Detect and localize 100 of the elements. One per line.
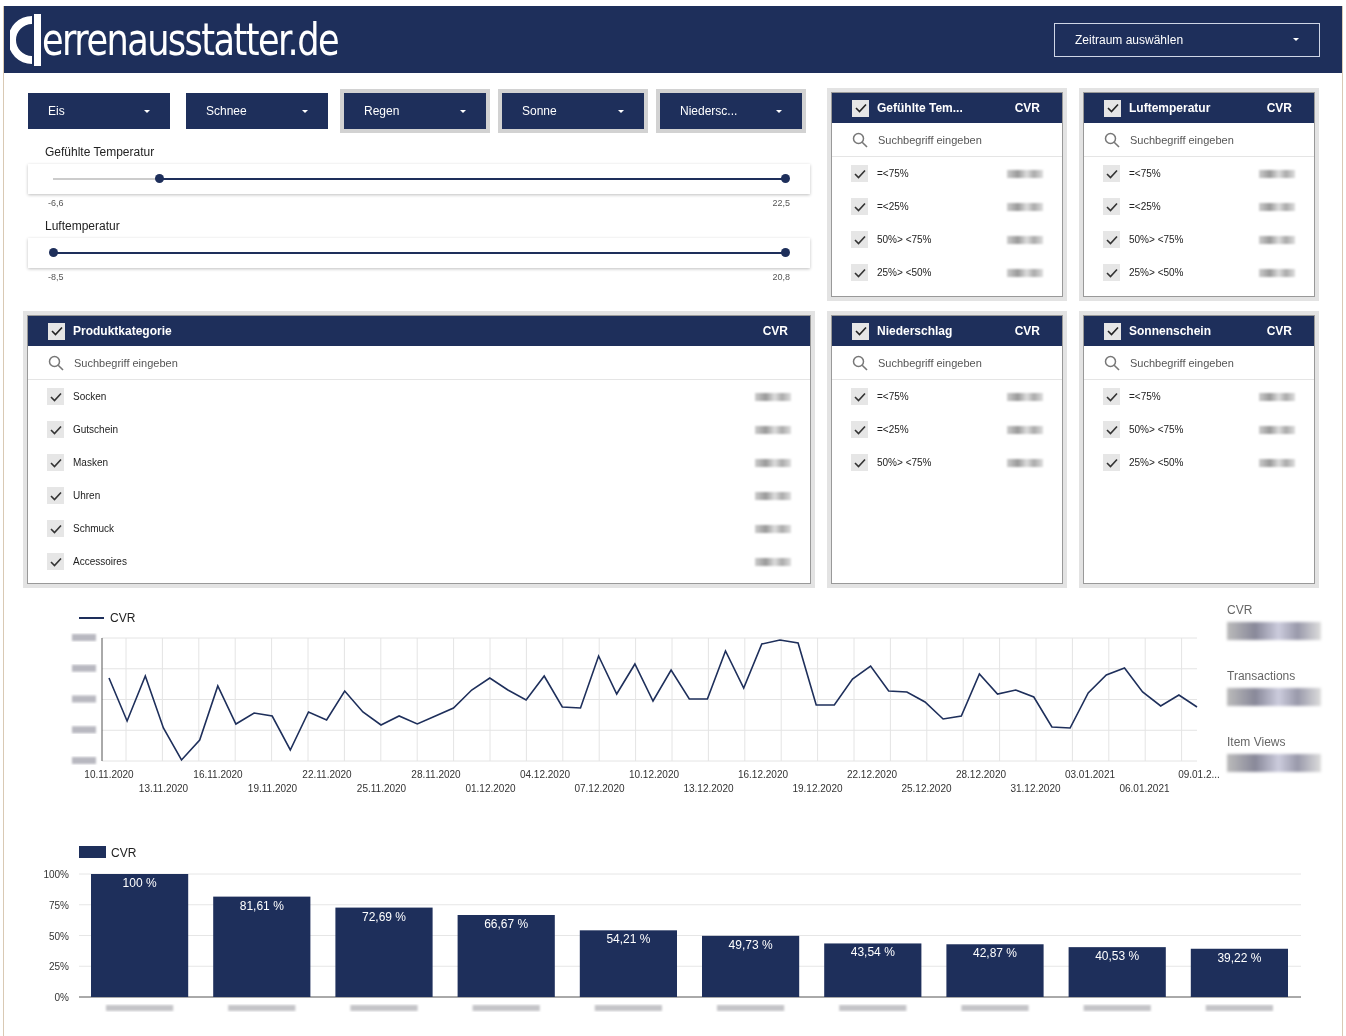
axis-label: 25.12.2020 bbox=[901, 783, 952, 794]
axis-label: 31.12.2020 bbox=[1010, 783, 1061, 794]
redacted-value bbox=[1007, 458, 1043, 467]
slider-label: Gefühlte Temperatur bbox=[45, 145, 155, 159]
redacted-value bbox=[350, 1005, 418, 1011]
checkbox[interactable] bbox=[851, 165, 868, 182]
filter-option[interactable]: Gutschein bbox=[73, 424, 746, 435]
select-all-checkbox[interactable] bbox=[48, 322, 65, 340]
axis-label: 13.12.2020 bbox=[683, 783, 734, 794]
checkmark-icon bbox=[853, 391, 866, 402]
checkbox[interactable] bbox=[47, 388, 64, 405]
data-label: 66,67 % bbox=[484, 917, 529, 931]
axis-label: 50% bbox=[49, 930, 69, 942]
filter-dropdown[interactable]: Schnee bbox=[186, 93, 328, 129]
select-all-checkbox[interactable] bbox=[852, 322, 869, 340]
checkbox[interactable] bbox=[47, 520, 64, 537]
redacted-value bbox=[1007, 235, 1043, 244]
select-all-checkbox[interactable] bbox=[1104, 322, 1121, 340]
checkbox[interactable] bbox=[47, 421, 64, 438]
checkbox[interactable] bbox=[851, 264, 868, 281]
checkmark-icon bbox=[1105, 168, 1118, 179]
data-label: 40,53 % bbox=[1095, 949, 1140, 964]
checkbox[interactable] bbox=[1103, 165, 1120, 182]
slider-handle[interactable] bbox=[781, 174, 790, 183]
redacted-value bbox=[72, 726, 96, 734]
period-dropdown[interactable]: Zeitraum auswählen bbox=[1054, 22, 1320, 57]
redacted-value bbox=[1007, 268, 1043, 277]
filter-option[interactable]: Uhren bbox=[73, 490, 746, 501]
filter-dropdown[interactable]: Eis bbox=[28, 93, 170, 129]
filter-option[interactable]: 50%> <75% bbox=[877, 234, 998, 245]
chart-legend: CVR bbox=[78, 611, 136, 625]
axis-label: 10.11.2020 bbox=[84, 769, 134, 780]
filter-option[interactable]: =<75% bbox=[1129, 391, 1250, 402]
filter-option[interactable]: =<25% bbox=[877, 424, 998, 435]
filter-option[interactable]: =<75% bbox=[877, 391, 998, 402]
filter-option[interactable]: 50%> <75% bbox=[1129, 424, 1250, 435]
redacted-value bbox=[755, 392, 791, 401]
filter-option[interactable]: 25%> <50% bbox=[877, 267, 998, 278]
filter-option[interactable]: 25%> <50% bbox=[1129, 457, 1250, 468]
scorecard-label: Transactions bbox=[1227, 669, 1296, 683]
filter-option[interactable]: 25%> <50% bbox=[1129, 267, 1250, 278]
search-field[interactable]: Suchbegriff eingeben bbox=[832, 123, 1062, 157]
slider-handle[interactable] bbox=[155, 174, 165, 183]
checkmark-icon bbox=[853, 457, 866, 468]
filter-option[interactable]: Accessoires bbox=[73, 556, 746, 567]
checkmark-icon bbox=[50, 326, 63, 336]
redacted-value bbox=[1259, 235, 1295, 244]
redacted-value bbox=[1007, 425, 1043, 434]
checkbox[interactable] bbox=[1103, 454, 1120, 471]
redacted-value bbox=[1259, 425, 1295, 434]
metric-label: CVR bbox=[762, 324, 788, 338]
filter-option[interactable]: =<25% bbox=[1129, 201, 1250, 212]
checkbox[interactable] bbox=[47, 454, 64, 471]
checkbox[interactable] bbox=[1103, 231, 1120, 248]
checkbox[interactable] bbox=[851, 454, 868, 471]
data-label: 43,54 % bbox=[850, 945, 895, 960]
filter-option[interactable]: =<25% bbox=[877, 201, 998, 212]
checkbox[interactable] bbox=[851, 388, 868, 405]
checkbox[interactable] bbox=[1103, 388, 1120, 405]
search-icon bbox=[48, 354, 64, 371]
filter-option[interactable]: 50%> <75% bbox=[1129, 234, 1250, 245]
redacted-value bbox=[72, 695, 96, 703]
checkbox[interactable] bbox=[851, 231, 868, 248]
checkbox[interactable] bbox=[1103, 421, 1120, 438]
select-all-checkbox[interactable] bbox=[852, 99, 869, 117]
filter-option[interactable]: Masken bbox=[73, 457, 746, 468]
checkbox[interactable] bbox=[1103, 198, 1120, 215]
panel-title: Produktkategorie bbox=[73, 324, 173, 338]
axis-label: 28.11.2020 bbox=[411, 769, 461, 780]
checkbox[interactable] bbox=[1103, 264, 1120, 281]
filter-option[interactable]: =<75% bbox=[877, 168, 998, 179]
search-field[interactable]: Suchbegriff eingeben bbox=[1084, 346, 1314, 380]
checkbox[interactable] bbox=[47, 553, 64, 570]
redacted-value bbox=[1259, 392, 1295, 401]
redacted-value bbox=[594, 1005, 662, 1011]
checkbox[interactable] bbox=[47, 487, 64, 504]
filter-option[interactable]: Socken bbox=[73, 391, 746, 402]
search-field[interactable]: Suchbegriff eingeben bbox=[28, 346, 810, 380]
axis-label: 25.11.2020 bbox=[356, 783, 407, 794]
filter-option[interactable]: Schmuck bbox=[73, 523, 746, 534]
checkmark-icon bbox=[854, 326, 867, 336]
filter-option[interactable]: 50%> <75% bbox=[877, 457, 998, 468]
redacted-value bbox=[1007, 169, 1043, 178]
select-all-checkbox[interactable] bbox=[1104, 99, 1121, 117]
search-icon bbox=[1104, 131, 1120, 148]
checkbox[interactable] bbox=[851, 421, 868, 438]
min-value: -6,6 bbox=[48, 198, 64, 208]
redacted-value bbox=[1259, 458, 1295, 467]
slider-handle[interactable] bbox=[49, 248, 58, 257]
panel-title: Luftemperatur bbox=[1129, 101, 1212, 115]
filter-option[interactable]: =<75% bbox=[1129, 168, 1250, 179]
panel-title: Sonnenschein bbox=[1129, 324, 1212, 338]
search-field[interactable]: Suchbegriff eingeben bbox=[832, 346, 1062, 380]
axis-label: 75% bbox=[49, 899, 69, 911]
slider-handle[interactable] bbox=[781, 248, 790, 257]
search-field[interactable]: Suchbegriff eingeben bbox=[1084, 123, 1314, 157]
redacted-value bbox=[961, 1005, 1029, 1011]
redacted-value bbox=[1205, 1005, 1273, 1011]
checkbox[interactable] bbox=[851, 198, 868, 215]
axis-label: 0% bbox=[54, 992, 69, 1003]
